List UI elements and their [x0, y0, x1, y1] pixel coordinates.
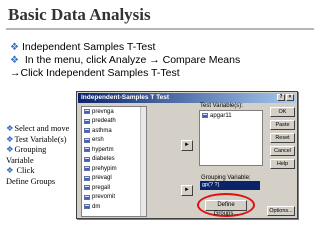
title-divider — [6, 28, 314, 30]
bullet-2: ❖ In the menu, click Analyze → Compare M… — [10, 54, 240, 66]
list-item[interactable]: hypertm — [82, 145, 146, 155]
dialog-title: Independent-Samples T Test — [81, 94, 170, 101]
diamond-bullet-icon: ❖ — [6, 134, 14, 144]
note-line: ❖Test Variable(s) — [6, 135, 76, 146]
list-item[interactable]: pregall — [82, 183, 146, 193]
list-item[interactable]: diabetes — [82, 155, 146, 165]
note-line: ❖ Click — [6, 166, 76, 177]
diamond-bullet-icon: ❖ — [10, 42, 19, 53]
list-item[interactable]: prevomit — [82, 193, 146, 203]
list-item[interactable]: predeath — [82, 117, 146, 127]
scale-variable-icon — [84, 204, 90, 210]
list-item[interactable]: prevnga — [82, 107, 146, 117]
scale-variable-icon — [84, 128, 90, 134]
bullet-3: →Click Independent Samples T-Test — [10, 67, 180, 79]
variable-label: asthma — [92, 127, 112, 134]
variable-label: predeath — [92, 118, 116, 125]
variable-label: prevomit — [92, 194, 116, 201]
bullet-2-text: In the menu, click Analyze → Compare Mea… — [21, 54, 241, 66]
source-variable-list[interactable]: prevnga predeath asthma ersh hypertm dia… — [81, 106, 147, 217]
move-to-test-button[interactable]: ► — [181, 140, 193, 151]
scale-variable-icon — [84, 147, 90, 153]
list-item[interactable]: ersh — [82, 136, 146, 146]
scale-variable-icon — [84, 156, 90, 162]
scale-variable-icon — [84, 137, 90, 143]
scale-variable-icon — [84, 118, 90, 124]
scale-variable-icon — [84, 109, 90, 115]
variable-label: hypertm — [92, 146, 114, 153]
variable-label: dm — [92, 203, 101, 210]
diamond-bullet-icon: ❖ — [6, 145, 14, 154]
bullet-1: ❖ Independent Samples T-Test — [10, 41, 155, 53]
slide-title: Basic Data Analysis — [8, 5, 151, 24]
help-button[interactable]: Help — [270, 159, 295, 169]
paste-button[interactable]: Paste — [270, 120, 295, 130]
diamond-bullet-icon: ❖ — [10, 55, 19, 66]
list-item[interactable]: asthma — [82, 126, 146, 136]
test-variables-list[interactable]: apgar11 — [199, 110, 263, 166]
help-icon[interactable]: ? — [277, 94, 285, 101]
cancel-button[interactable]: Cancel — [270, 146, 295, 156]
list-item[interactable]: prehypim — [82, 164, 146, 174]
ok-button[interactable]: OK — [270, 107, 295, 117]
reset-button[interactable]: Reset — [270, 133, 295, 143]
dialog-titlebar[interactable]: Independent-Samples T Test ? × — [78, 93, 296, 103]
diamond-bullet-icon: ❖ — [6, 166, 14, 175]
variable-label: apgar11 — [210, 112, 232, 119]
scale-variable-icon — [84, 185, 90, 191]
note-line-4: Variable — [6, 155, 34, 165]
vertical-scrollbar[interactable] — [140, 107, 146, 216]
list-item[interactable]: apgar11 — [200, 111, 262, 121]
side-note: ❖Select and move ❖Test Variable(s) ❖Grou… — [6, 124, 76, 187]
variable-label: pregall — [92, 184, 111, 191]
note-line: ❖Grouping — [6, 145, 76, 156]
note-line-6: Define Groups — [6, 176, 56, 186]
scale-variable-icon — [84, 166, 90, 172]
bullet-3-text: →Click Independent Samples T-Test — [10, 67, 180, 79]
variable-label: prevagl — [92, 175, 112, 182]
t-test-dialog: Independent-Samples T Test ? × prevnga p… — [76, 91, 298, 219]
variable-label: prehypim — [92, 165, 117, 172]
scale-variable-icon — [202, 113, 208, 119]
close-icon[interactable]: × — [286, 94, 294, 101]
move-to-grouping-button[interactable]: ► — [181, 185, 193, 196]
titlebar-buttons: ? × — [277, 94, 294, 101]
scale-variable-icon — [84, 194, 90, 200]
bullet-1-text: Independent Samples T-Test — [21, 41, 156, 53]
grouping-variable-field[interactable]: gp(? ?) — [200, 181, 260, 190]
define-groups-button[interactable]: Define Groups... — [205, 200, 247, 217]
variable-label: diabetes — [92, 156, 115, 163]
note-line-3: Grouping — [14, 145, 47, 154]
note-line: ❖Select and move — [6, 124, 76, 135]
variable-label: prevnga — [92, 108, 114, 115]
list-item[interactable]: dm — [82, 202, 146, 212]
options-button[interactable]: Options... — [267, 206, 295, 216]
note-line-1: Select and move — [14, 124, 70, 133]
scale-variable-icon — [84, 175, 90, 181]
list-item[interactable]: prevagl — [82, 174, 146, 184]
note-line-5: Click — [14, 166, 35, 175]
note-line-2: Test Variable(s) — [14, 134, 67, 144]
test-variables-label: Test Variable(s): — [200, 103, 243, 109]
diamond-bullet-icon: ❖ — [6, 124, 14, 133]
variable-label: ersh — [92, 137, 104, 144]
